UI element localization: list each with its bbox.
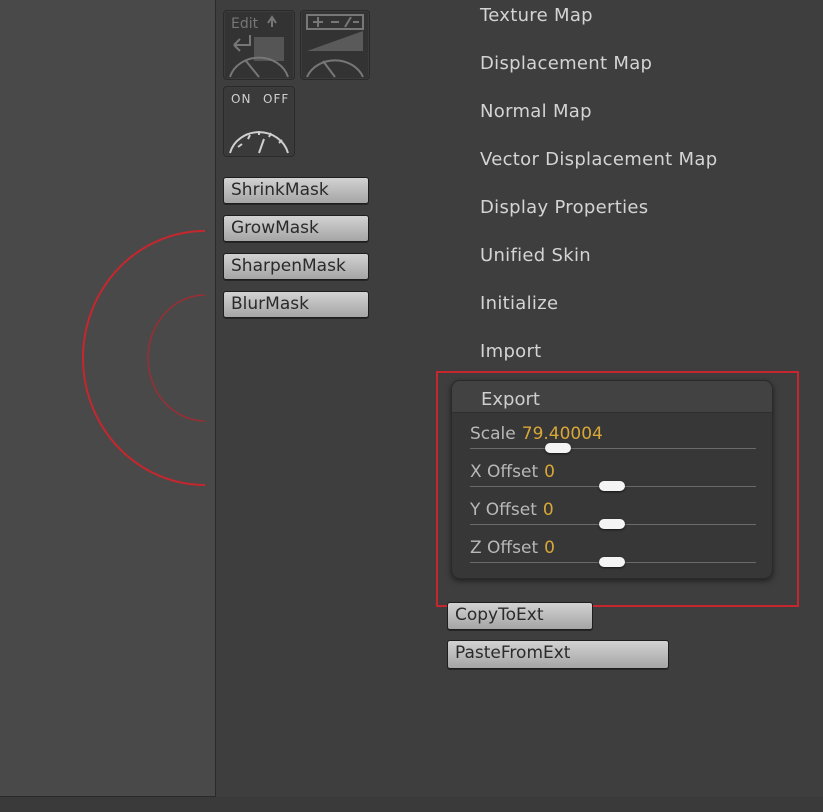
menu-item-initialize[interactable]: Initialize <box>480 293 558 314</box>
menu-item-texture-map[interactable]: Texture Map <box>480 5 593 26</box>
canvas-viewport[interactable] <box>0 0 216 797</box>
menu-item-unified-skin[interactable]: Unified Skin <box>480 245 591 266</box>
plus-minus-button[interactable] <box>300 10 370 80</box>
shrink-mask-button[interactable]: ShrinkMask <box>223 177 369 204</box>
brush-cursor-icon <box>82 230 206 486</box>
menu-item-import[interactable]: Import <box>480 341 542 362</box>
edit-button[interactable]: Edit <box>223 10 295 80</box>
highlight-frame <box>436 371 799 607</box>
menu-item-normal-map[interactable]: Normal Map <box>480 101 592 122</box>
edit-gauge-icon <box>229 15 289 78</box>
menu-item-vector-displacement-map[interactable]: Vector Displacement Map <box>480 149 717 170</box>
grow-mask-button[interactable]: GrowMask <box>223 215 369 242</box>
plus-minus-gauge-icon <box>306 14 364 78</box>
bottom-strip <box>0 797 823 812</box>
on-off-toggle[interactable]: ON OFF <box>223 86 295 157</box>
menu-item-displacement-map[interactable]: Displacement Map <box>480 53 652 74</box>
paste-from-ext-button[interactable]: PasteFromExt <box>447 640 669 669</box>
copy-to-ext-button[interactable]: CopyToExt <box>447 602 593 630</box>
sharpen-mask-button[interactable]: SharpenMask <box>223 253 369 280</box>
blur-mask-button[interactable]: BlurMask <box>223 291 369 318</box>
menu-item-display-properties[interactable]: Display Properties <box>480 197 648 218</box>
toggle-gauge-icon <box>229 131 289 154</box>
